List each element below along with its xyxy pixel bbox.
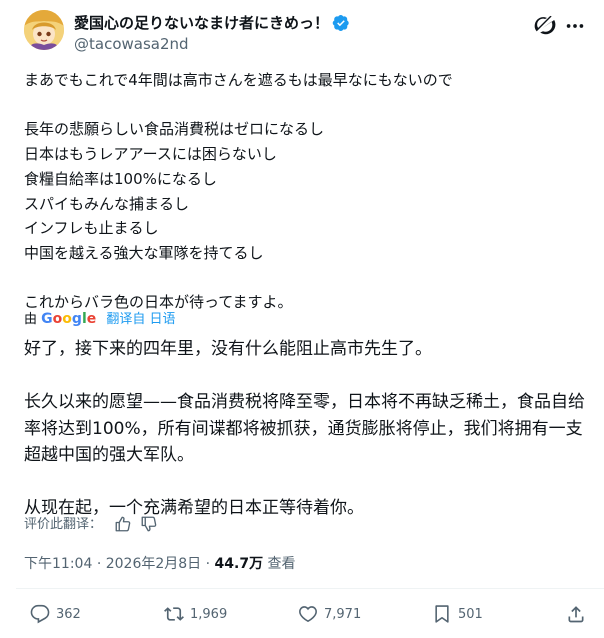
like-button[interactable]: 7,971 bbox=[298, 602, 361, 626]
thumbs-up-icon[interactable] bbox=[114, 515, 132, 533]
divider bbox=[16, 588, 604, 589]
meta-separator: · bbox=[96, 556, 102, 572]
meta-separator-2: · bbox=[205, 556, 211, 572]
post-header: 愛国心の足りないなまけ者にきめっ！ @tacowasa2nd bbox=[16, 10, 588, 58]
post-original-text: まあでもこれで4年間は高市さんを遮るもは最早なにもないので 長年の悲願らしい食品… bbox=[24, 71, 453, 312]
more-options-icon[interactable] bbox=[564, 15, 586, 37]
author-handle[interactable]: @tacowasa2nd bbox=[74, 34, 350, 54]
bookmark-count: 501 bbox=[458, 606, 483, 622]
translated-from-link[interactable]: 翻译自 日语 bbox=[106, 312, 175, 327]
translated-by-prefix: 由 bbox=[24, 312, 38, 327]
grok-icon[interactable] bbox=[534, 14, 556, 36]
share-icon bbox=[568, 606, 584, 623]
translation-attribution: 由 Google 翻译自 日语 bbox=[24, 310, 176, 329]
reply-count: 362 bbox=[56, 606, 81, 622]
avatar[interactable] bbox=[24, 10, 64, 50]
thumbs-down-icon[interactable] bbox=[140, 515, 158, 533]
author-display-name[interactable]: 愛国心の足りないなまけ者にきめっ！ bbox=[74, 13, 329, 33]
post: 愛国心の足りないなまけ者にきめっ！ @tacowasa2nd まあでもこれで4年… bbox=[0, 0, 604, 638]
like-count: 7,971 bbox=[324, 606, 362, 622]
repost-button[interactable]: 1,969 bbox=[164, 602, 227, 626]
bookmark-button[interactable]: 501 bbox=[432, 602, 483, 626]
repost-icon bbox=[164, 607, 184, 621]
post-meta: 下午11:04 · 2026年2月8日 · 44.7万 查看 bbox=[24, 554, 296, 574]
bookmark-icon bbox=[435, 605, 449, 623]
repost-count: 1,969 bbox=[190, 606, 228, 622]
google-logo: Google bbox=[41, 311, 97, 327]
views-count[interactable]: 44.7万 bbox=[215, 556, 264, 572]
like-icon bbox=[299, 606, 317, 623]
views-label: 查看 bbox=[267, 556, 296, 572]
share-button[interactable] bbox=[566, 602, 586, 626]
action-bar: 362 1,969 7,971 501 bbox=[0, 596, 604, 636]
rate-translation-label: 评价此翻译： bbox=[24, 517, 103, 532]
reply-icon bbox=[30, 604, 50, 624]
avatar-image bbox=[24, 10, 64, 50]
reply-button[interactable]: 362 bbox=[30, 602, 81, 626]
post-translation-text: 好了，接下来的四年里，没有什么能阻止高市先生了。 长久以来的愿望——食品消费税将… bbox=[24, 339, 585, 518]
post-date[interactable]: 2026年2月8日 bbox=[106, 556, 201, 572]
verified-badge-icon bbox=[332, 14, 349, 31]
post-time[interactable]: 下午11:04 bbox=[24, 556, 92, 572]
